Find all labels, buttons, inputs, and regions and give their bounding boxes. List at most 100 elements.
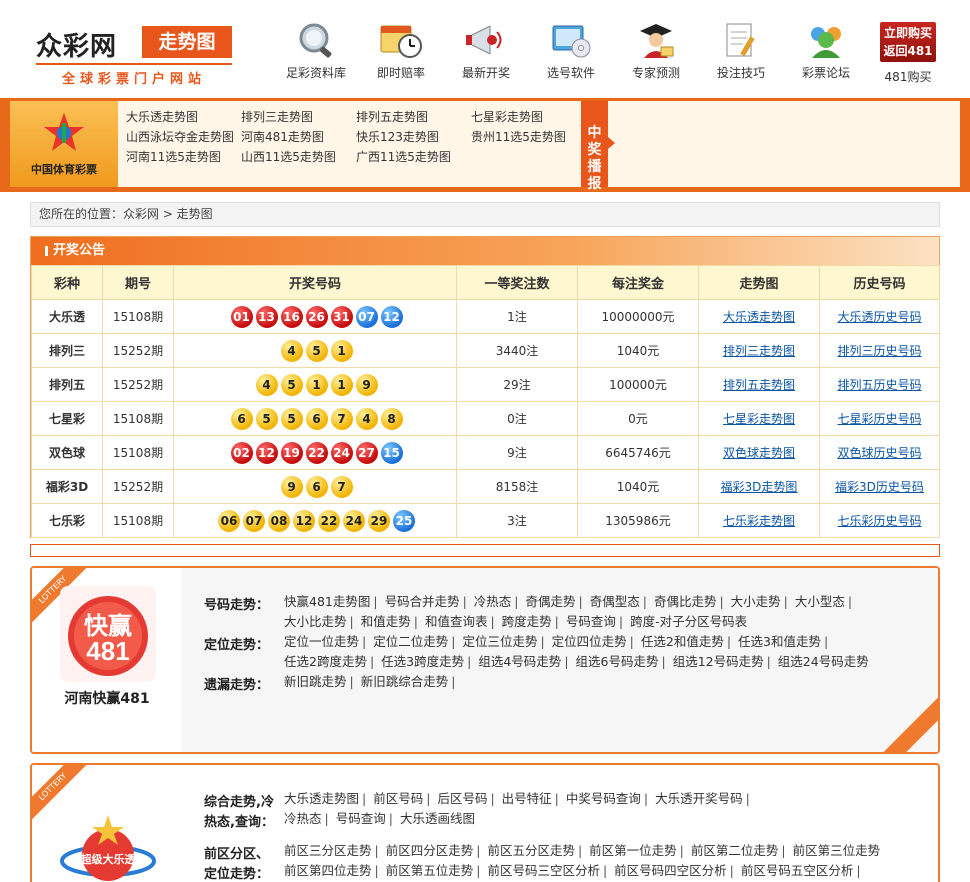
trend-link[interactable]: 前区号码四空区分析 xyxy=(614,863,727,878)
site-logo[interactable]: 众彩网 走势图 全球彩票门户网站 xyxy=(36,24,232,87)
trend-link[interactable]: 福彩3D走势图 xyxy=(721,480,798,494)
trend-link[interactable]: 奇偶走势 xyxy=(526,594,576,609)
trend-link[interactable]: 奇偶型态 xyxy=(590,594,640,609)
history-link[interactable]: 七乐彩历史号码 xyxy=(837,514,921,528)
band-link[interactable]: 大乐透走势图 xyxy=(126,108,198,125)
kuaiying-481-logo[interactable]: 快赢 481 xyxy=(60,586,156,682)
link-separator: | xyxy=(729,863,734,878)
trend-link[interactable]: 和值走势 xyxy=(361,614,411,629)
band-link[interactable]: 河南481走势图 xyxy=(241,128,324,145)
trend-link[interactable]: 跨度-对子分区号码表 xyxy=(630,614,747,629)
nav-live-odds[interactable]: 即时赔率 xyxy=(361,20,441,86)
trend-link[interactable]: 任选2和值走势 xyxy=(641,634,724,649)
trend-link[interactable]: 前区第四位走势 xyxy=(284,863,372,878)
trend-link[interactable]: 快赢481走势图 xyxy=(284,594,370,609)
link-separator: | xyxy=(554,791,559,806)
history-link[interactable]: 排列五历史号码 xyxy=(837,378,921,392)
trend-link[interactable]: 后区号码 xyxy=(437,791,487,806)
trend-link[interactable]: 任选3和值走势 xyxy=(738,634,821,649)
trend-link[interactable]: 前区五分区走势 xyxy=(487,843,575,858)
trend-link[interactable]: 七星彩走势图 xyxy=(723,412,795,426)
trend-link[interactable]: 任选2跨度走势 xyxy=(284,654,367,669)
history-link[interactable]: 排列三历史号码 xyxy=(837,344,921,358)
trend-link[interactable]: 排列五走势图 xyxy=(723,378,795,392)
history-link[interactable]: 福彩3D历史号码 xyxy=(835,480,924,494)
trend-link[interactable]: 奇偶比走势 xyxy=(654,594,717,609)
trend-link[interactable]: 大乐透开奖号码 xyxy=(655,791,743,806)
trend-link[interactable]: 定位四位走势 xyxy=(552,634,627,649)
band-link[interactable]: 排列三走势图 xyxy=(241,108,313,125)
trend-link[interactable]: 定位三位走势 xyxy=(462,634,537,649)
column-header: 彩种 xyxy=(31,265,103,300)
trend-link[interactable]: 双色球走势图 xyxy=(723,446,795,460)
trend-link[interactable]: 前区四分区走势 xyxy=(386,843,474,858)
lottery-name[interactable]: 河南快赢481 xyxy=(32,688,182,708)
trend-link[interactable]: 七乐彩走势图 xyxy=(723,514,795,528)
trend-link[interactable]: 前区第五位走势 xyxy=(386,863,474,878)
band-link[interactable]: 七星彩走势图 xyxy=(471,108,543,125)
broadcast-char: 播 xyxy=(587,159,602,175)
nav-expert-forecast[interactable]: 专家预测 xyxy=(616,20,696,86)
winning-broadcast-tab[interactable]: 中奖播报 xyxy=(581,101,608,192)
nav-number-software[interactable]: 选号软件 xyxy=(531,20,611,86)
trend-link[interactable]: 号码查询 xyxy=(336,811,386,826)
trend-link[interactable]: 排列三走势图 xyxy=(723,344,795,358)
trend-link[interactable]: 新旧跳综合走势 xyxy=(361,674,449,689)
trend-link[interactable]: 大小走势 xyxy=(731,594,781,609)
column-header: 走势图 xyxy=(698,265,820,300)
yellow-ball: 5 xyxy=(280,373,303,396)
daletou-logo[interactable]: 超级大乐透 xyxy=(56,809,160,882)
trend-link[interactable]: 中奖号码查询 xyxy=(566,791,641,806)
trend-link[interactable]: 前区第二位走势 xyxy=(691,843,779,858)
history-link[interactable]: 双色球历史号码 xyxy=(837,446,921,460)
trend-link[interactable]: 组选6号码走势 xyxy=(576,654,659,669)
trend-link[interactable]: 大乐透走势图 xyxy=(284,791,359,806)
daletou-links-area: 综合走势,冷 大乐透走势图 | 前区号码 | 后区号码 | 出号特征 | 中奖号码查询 |… xyxy=(182,765,938,882)
link-separator: | xyxy=(578,594,583,609)
history-link[interactable]: 七星彩历史号码 xyxy=(837,412,921,426)
nav-lottery-forum[interactable]: 彩票论坛 xyxy=(786,20,866,86)
link-separator: | xyxy=(490,614,495,629)
trend-link[interactable]: 冷热态 xyxy=(474,594,512,609)
trend-link[interactable]: 号码查询 xyxy=(566,614,616,629)
band-link[interactable]: 排列五走势图 xyxy=(356,108,428,125)
trend-link[interactable]: 前区号码 xyxy=(373,791,423,806)
trend-link[interactable]: 前区号码三空区分析 xyxy=(487,863,600,878)
trend-link[interactable]: 冷热态 xyxy=(284,811,322,826)
lottery-name-cell: 排列五 xyxy=(31,367,103,402)
trend-link[interactable]: 号码合并走势 xyxy=(385,594,460,609)
trend-link[interactable]: 组选4号码走势 xyxy=(478,654,561,669)
nav-betting-tips[interactable]: 投注技巧 xyxy=(701,20,781,86)
trend-link[interactable]: 大乐透走势图 xyxy=(723,310,795,324)
trend-link[interactable]: 定位一位走势 xyxy=(284,634,359,649)
trend-link[interactable]: 前区第一位走势 xyxy=(589,843,677,858)
china-sports-lottery-logo[interactable]: 中国体育彩票 xyxy=(10,101,118,187)
trend-link[interactable]: 前区三分区走势 xyxy=(284,843,372,858)
yellow-ball: 6 xyxy=(230,407,253,430)
band-link[interactable]: 山西泳坛夺金走势图 xyxy=(126,128,234,145)
band-link[interactable]: 山西11选5走势图 xyxy=(241,148,336,165)
trend-link[interactable]: 大乐透画线图 xyxy=(400,811,475,826)
trend-link[interactable]: 前区第三位走势 xyxy=(793,843,881,858)
trend-link[interactable]: 组选24号码走势 xyxy=(778,654,869,669)
history-link[interactable]: 大乐透历史号码 xyxy=(837,310,921,324)
dingwei-links: 前区第四位走势 | 前区第五位走势 | 前区号码三空区分析 | 前区号码四空区分析 | … xyxy=(284,861,924,881)
trend-link[interactable]: 任选3跨度走势 xyxy=(381,654,464,669)
trend-link[interactable]: 和值查询表 xyxy=(425,614,488,629)
trend-link[interactable]: 前区号码五空区分析 xyxy=(741,863,854,878)
trend-link[interactable]: 出号特征 xyxy=(502,791,552,806)
trend-link[interactable]: 跨度走势 xyxy=(502,614,552,629)
nav-football-database[interactable]: 足彩资料库 xyxy=(276,20,356,86)
buy-481-button[interactable]: 立即购买 返回481 481购买 xyxy=(878,22,938,84)
trend-link[interactable]: 定位二位走势 xyxy=(373,634,448,649)
band-link[interactable]: 快乐123走势图 xyxy=(356,128,439,145)
link-separator: | xyxy=(824,634,829,649)
trend-link[interactable]: 大小型态 xyxy=(795,594,845,609)
nav-latest-draws[interactable]: 最新开奖 xyxy=(446,20,526,86)
band-link[interactable]: 河南11选5走势图 xyxy=(126,148,221,165)
band-link[interactable]: 贵州11选5走势图 xyxy=(471,128,566,145)
trend-link[interactable]: 新旧跳走势 xyxy=(284,674,347,689)
band-link[interactable]: 广西11选5走势图 xyxy=(356,148,451,165)
trend-link[interactable]: 组选12号码走势 xyxy=(673,654,764,669)
trend-link[interactable]: 大小比走势 xyxy=(284,614,347,629)
